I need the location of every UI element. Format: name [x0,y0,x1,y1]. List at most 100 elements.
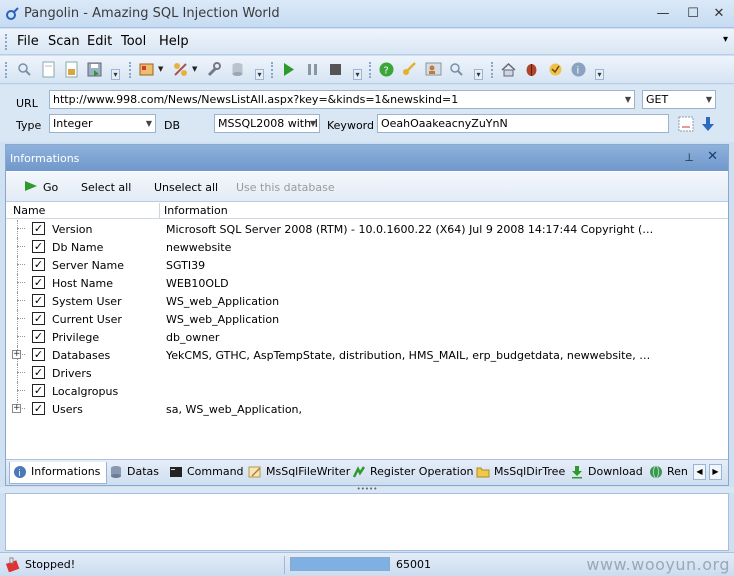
toolbar-grip-4[interactable] [369,62,372,78]
search-icon[interactable] [448,61,465,78]
user-tool-icon[interactable] [425,61,442,78]
open-document-icon[interactable] [63,61,80,78]
minimize-button[interactable]: — [654,5,672,23]
method-dropdown-icon[interactable]: ▼ [706,91,712,108]
play-icon[interactable] [280,61,297,78]
update-icon[interactable] [547,61,564,78]
toolbar-overflow-4[interactable]: ▾ [474,69,483,80]
help-icon[interactable]: ? [378,61,395,78]
row-checkbox[interactable]: ✓ [32,330,45,343]
row-checkbox[interactable]: ✓ [32,384,45,397]
url-input[interactable]: http://www.998.com/News/NewsListAll.aspx… [49,90,635,109]
tab-register-operation[interactable]: Register Operation [349,462,480,484]
tree-row[interactable]: ✓ Server Name SGTI39 [6,256,728,274]
menu-scan[interactable]: Scan [48,34,80,49]
row-checkbox[interactable]: ✓ [32,276,45,289]
maximize-button[interactable]: ☐ [684,5,702,23]
key-icon[interactable] [401,61,418,78]
row-checkbox[interactable]: ✓ [32,366,45,379]
toolbar-overflow-3[interactable]: ▾ [353,69,362,80]
tab-datas[interactable]: Datas [106,462,165,484]
tab-download[interactable]: Download [567,462,649,484]
tree-row[interactable]: ✓ Current User WS_web_Application [6,310,728,328]
svg-text:?: ? [384,66,389,77]
tab-mssqldirtree[interactable]: MsSqlDirTree [473,462,571,484]
column-information[interactable]: Information [164,204,228,217]
db-select[interactable]: MSSQL2008 with I ▼ [214,114,320,133]
tab-command[interactable]: Command [166,462,250,484]
unselect-all-button[interactable]: Unselect all [154,181,218,194]
go-arrow-icon[interactable] [24,180,38,192]
menu-tool[interactable]: Tool [121,34,146,49]
new-document-icon[interactable] [40,61,57,78]
panel-title: Informations [10,152,80,165]
toolbar-grip-5[interactable] [491,62,494,78]
expand-icon[interactable]: + [12,350,21,359]
tree-guide-branch [17,336,25,337]
toolbar-overflow-2[interactable]: ▾ [255,69,264,80]
tree-row[interactable]: + ✓ Users sa, WS_web_Application, [6,400,728,418]
bug-icon[interactable] [523,61,540,78]
row-checkbox[interactable]: ✓ [32,312,45,325]
pause-icon[interactable] [304,61,321,78]
database-icon[interactable] [229,61,246,78]
toolbar-grip[interactable] [5,62,8,78]
tree-row[interactable]: ✓ Host Name WEB10OLD [6,274,728,292]
row-checkbox[interactable]: ✓ [32,222,45,235]
select-all-button[interactable]: Select all [81,181,131,194]
percent-tool-dropdown-icon[interactable]: ▼ [192,65,197,73]
row-checkbox[interactable]: ✓ [32,240,45,253]
menu-file[interactable]: File [17,34,39,49]
menu-grip[interactable] [5,34,8,50]
go-button[interactable]: Go [43,181,58,194]
method-select[interactable]: GET ▼ [642,90,716,109]
magnifier-icon[interactable] [16,61,33,78]
column-divider[interactable] [159,203,160,218]
percent-tool-icon[interactable] [172,61,189,78]
tree-row[interactable]: ✓ Privilege db_owner [6,328,728,346]
toolbar-grip-3[interactable] [271,62,274,78]
tree-row[interactable]: ✓ Localgropus [6,382,728,400]
tab-mssqlfilewriter[interactable]: MsSqlFileWriter [245,462,356,484]
tree-guide-line [17,220,27,238]
save-disk-icon[interactable] [86,61,103,78]
wrench-icon[interactable] [206,61,223,78]
keyword-options-icon[interactable] [678,116,694,132]
toolbar-overflow-1[interactable]: ▾ [111,69,120,80]
scan-tools-icon[interactable] [138,61,155,78]
download-arrow-icon[interactable] [701,116,715,132]
tree-row[interactable]: ✓ Version Microsoft SQL Server 2008 (RTM) … [6,220,728,238]
use-this-database-button[interactable]: Use this database [236,181,335,194]
tab-scroll-right-icon[interactable]: ▶ [709,464,722,480]
db-dropdown-icon[interactable]: ▼ [310,115,316,132]
menu-edit[interactable]: Edit [87,34,112,49]
tab-ren[interactable]: Ren [646,462,692,484]
menu-help[interactable]: Help [159,34,189,49]
toolbar-overflow-5[interactable]: ▾ [595,69,604,80]
toolbar-grip-2[interactable] [129,62,132,78]
type-select[interactable]: Integer ▼ [49,114,156,133]
column-name[interactable]: Name [13,204,45,217]
keyword-input[interactable]: OeahOaakeacnyZuYnN [377,114,669,133]
close-window-button[interactable]: ✕ [710,5,728,23]
row-checkbox[interactable]: ✓ [32,294,45,307]
expand-icon[interactable]: + [12,404,21,413]
row-checkbox[interactable]: ✓ [32,258,45,271]
row-checkbox[interactable]: ✓ [32,402,45,415]
stop-icon[interactable] [327,61,344,78]
tree-row[interactable]: ✓ Db Name newwebsite [6,238,728,256]
pin-icon[interactable]: ⊥ [684,151,694,164]
row-checkbox[interactable]: ✓ [32,348,45,361]
tree-row[interactable]: ✓ Drivers [6,364,728,382]
tab-informations[interactable]: i Informations [9,462,108,484]
home-icon[interactable] [500,61,517,78]
info-icon[interactable]: i [570,61,587,78]
scan-tools-dropdown-icon[interactable]: ▼ [158,65,163,73]
menu-overflow-icon[interactable]: ▾ [723,34,728,45]
tab-scroll-left-icon[interactable]: ◀ [693,464,706,480]
tree-row[interactable]: + ✓ Databases YekCMS, GTHC, AspTempState, d… [6,346,728,364]
panel-close-icon[interactable]: ✕ [707,149,718,164]
tree-row[interactable]: ✓ System User WS_web_Application [6,292,728,310]
url-dropdown-icon[interactable]: ▼ [625,91,631,108]
type-dropdown-icon[interactable]: ▼ [146,115,152,132]
